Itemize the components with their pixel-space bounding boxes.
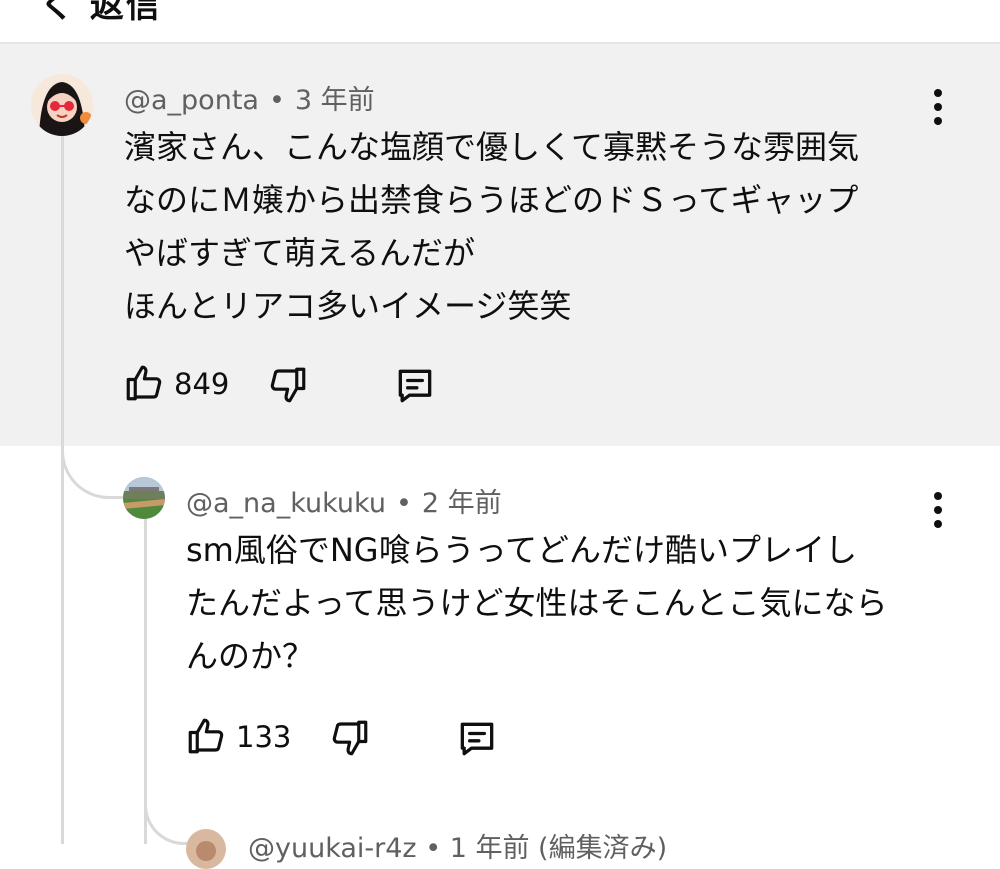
thumbs-up-icon[interactable] — [123, 362, 165, 408]
thread-connector — [61, 440, 124, 499]
more-vert-icon[interactable] — [931, 89, 945, 129]
reply-comment-icon[interactable] — [455, 717, 499, 765]
comment-line: ほんとリアコ多いイメージ笑笑 — [124, 287, 572, 325]
comment-text: 濱家さん、こんな塩顔で優しくて寡黙そうな雰囲気 なのにＭ嬢から出禁食らうほどのド… — [124, 121, 859, 333]
comment-actions: 133 — [182, 713, 522, 761]
timestamp: 3 年前 — [294, 85, 375, 116]
timestamp: 2 年前 — [421, 488, 502, 519]
meta-separator: • — [395, 488, 412, 519]
thread-connector — [144, 790, 191, 845]
comment-meta: @a_na_kukuku • 2 年前 — [186, 481, 502, 520]
comment-meta: @yuukai-r4z • 1 年前 (編集済み) — [248, 833, 668, 864]
thumbs-up-icon[interactable] — [185, 715, 227, 761]
top-bar: く 返信 — [0, 0, 1000, 44]
like-count: 849 — [174, 367, 230, 401]
thread-line — [61, 136, 64, 844]
comment-line: sm風俗でNG喰らうってどんだけ酷いプレイし — [186, 531, 857, 569]
username[interactable]: @a_ponta — [124, 85, 259, 116]
comment-line: んのか？ — [186, 637, 315, 675]
more-vert-icon[interactable] — [931, 492, 945, 532]
avatar[interactable] — [31, 74, 93, 136]
username[interactable]: @a_na_kukuku — [186, 488, 386, 519]
comment-line: やばすぎて萌えるんだが — [124, 234, 476, 272]
comment-line: 濱家さん、こんな塩顔で優しくて寡黙そうな雰囲気 — [124, 128, 860, 166]
thumbs-down-icon[interactable] — [267, 364, 309, 410]
comment-text: sm風俗でNG喰らうってどんだけ酷いプレイし たんだよって思うけど女性はそこんと… — [186, 524, 887, 683]
avatar[interactable] — [123, 477, 165, 519]
meta-separator: • — [268, 85, 285, 116]
thumbs-down-icon[interactable] — [329, 717, 371, 763]
reply-comment-icon[interactable] — [393, 364, 437, 412]
avatar[interactable] — [186, 829, 226, 869]
comment-line: たんだよって思うけど女性はそこんとこ気になら — [186, 584, 888, 622]
page-title: く 返信 — [40, 0, 162, 26]
comment-actions: 849 — [120, 360, 460, 408]
like-count: 133 — [236, 720, 292, 754]
comment-line: なのにＭ嬢から出禁食らうほどのドＳってギャップ — [124, 181, 859, 219]
comment-meta: @a_ponta • 3 年前 — [124, 78, 375, 117]
